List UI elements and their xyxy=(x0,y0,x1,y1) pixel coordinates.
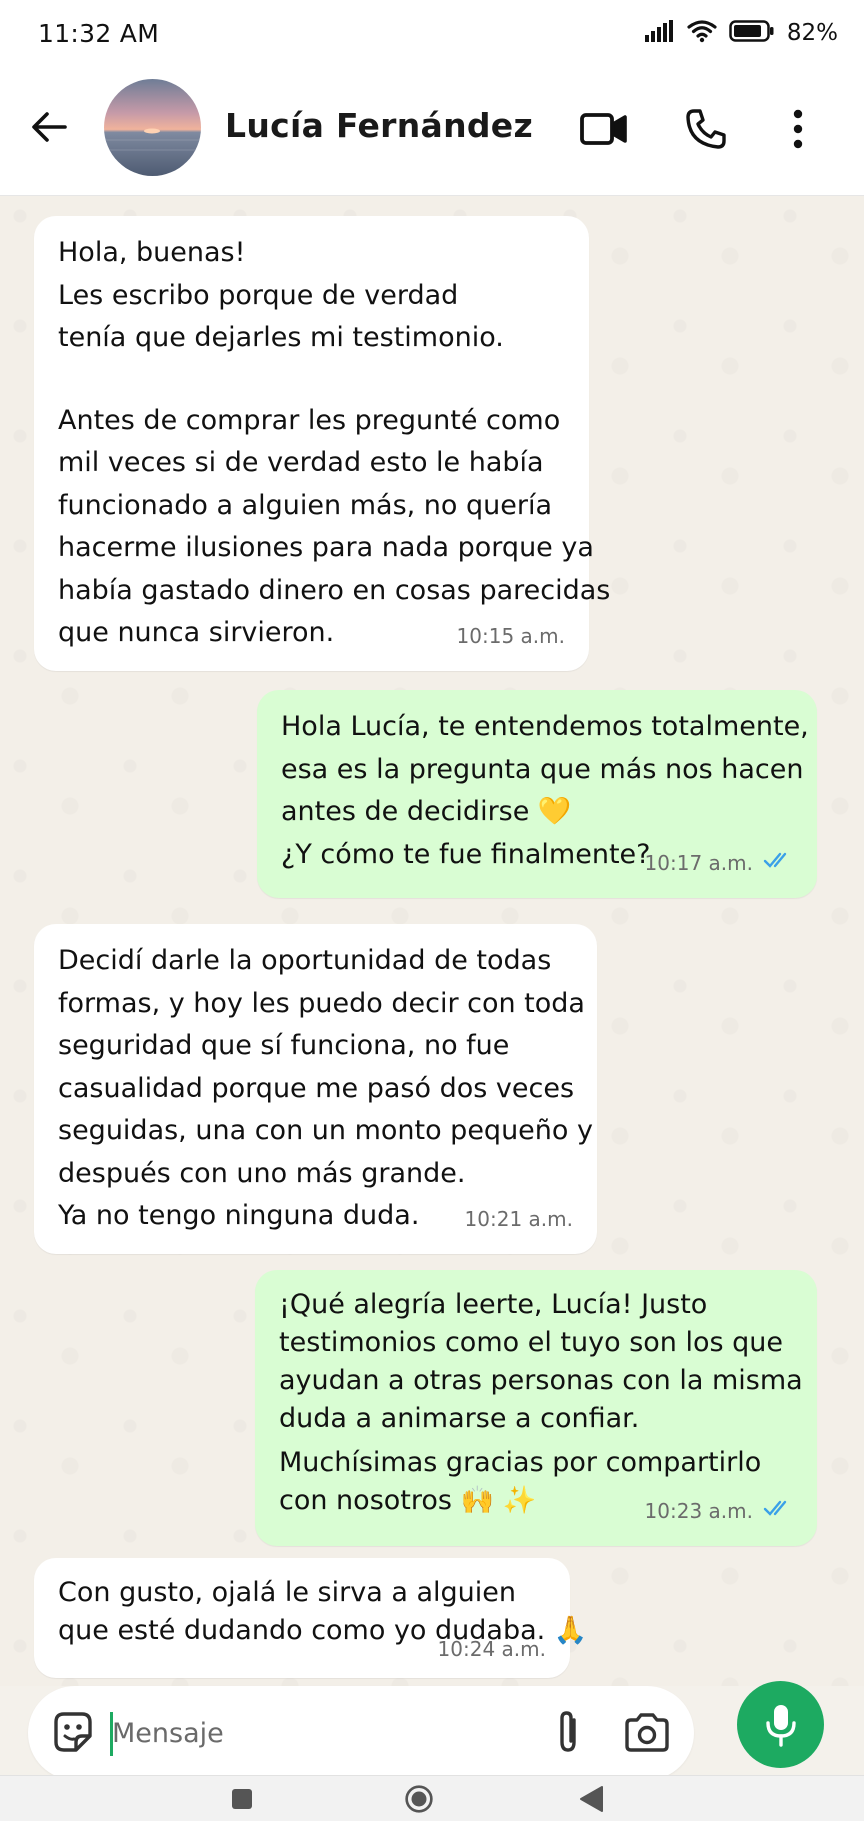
message-line: esa es la pregunta que más nos hacen xyxy=(281,753,804,785)
battery-icon xyxy=(729,19,775,47)
message-line: formas, y hoy les puedo decir con toda xyxy=(58,987,585,1019)
message-bubble-incoming[interactable]: Decidí darle la oportunidad de todas for… xyxy=(34,924,597,1254)
message-time: 10:17 a.m. xyxy=(644,850,753,875)
message-line: Hola, buenas! xyxy=(58,237,246,268)
contact-avatar[interactable] xyxy=(104,79,201,176)
status-bar: 11:32 AM 82% xyxy=(0,0,864,66)
message-meta: 10:23 a.m. xyxy=(645,1490,793,1533)
message-line: seguidas, una con un monto pequeño y xyxy=(58,1115,593,1146)
phone-call-icon[interactable] xyxy=(680,103,732,155)
message-time: 10:23 a.m. xyxy=(644,1498,753,1523)
message-line: mil veces si de verdad esto le había xyxy=(58,447,544,478)
message-time: 10:24 a.m. xyxy=(437,1636,546,1661)
message-line: después con uno más grande. xyxy=(58,1157,466,1189)
status-indicators: 82% xyxy=(644,19,838,47)
back-nav-icon[interactable] xyxy=(576,1784,606,1814)
wifi-icon xyxy=(687,19,717,47)
message-line: Les escribo porque de verdad xyxy=(58,279,459,311)
message-line: duda a animarse a confiar. xyxy=(279,1403,640,1434)
message-bubble-outgoing[interactable]: ¡Qué alegría leerte, Lucía! Justo testim… xyxy=(255,1270,817,1546)
message-line: ayudan a otras personas con la misma xyxy=(279,1365,803,1396)
read-receipt-icon xyxy=(763,1490,793,1533)
message-line: funcionado a alguien más, no quería xyxy=(58,489,553,521)
home-icon[interactable] xyxy=(404,1784,434,1814)
message-meta: 10:15 a.m. xyxy=(457,615,565,658)
chat-header: Lucía Fernández xyxy=(0,66,864,196)
message-bubble-outgoing[interactable]: Hola Lucía, te entendemos totalmente, es… xyxy=(257,690,817,898)
message-meta: 10:17 a.m. xyxy=(645,842,793,885)
camera-icon[interactable] xyxy=(622,1708,672,1758)
attach-clip-icon[interactable] xyxy=(544,1708,594,1758)
message-line: Decidí darle la oportunidad de todas xyxy=(58,945,552,976)
system-navigation-bar xyxy=(0,1775,864,1821)
message-line: Antes de comprar les pregunté como xyxy=(58,404,561,436)
recent-apps-icon[interactable] xyxy=(227,1784,257,1814)
message-line: ¡Qué alegría leerte, Lucía! Justo xyxy=(279,1289,708,1320)
message-line: tenía que dejarles mi testimonio. xyxy=(58,322,504,353)
message-line: hacerme ilusiones para nada porque ya xyxy=(58,532,594,563)
signal-icon xyxy=(644,20,675,46)
message-line: Hola Lucía, te entendemos totalmente, xyxy=(281,711,809,742)
message-line: Muchísimas gracias por compartirlo xyxy=(279,1447,762,1478)
message-line: seguridad que sí funciona, no fue xyxy=(58,1030,510,1061)
message-bubble-incoming[interactable]: Con gusto, ojalá le sirva a alguien que … xyxy=(34,1558,587,1678)
chat-messages-area[interactable]: Hola, buenas! Les escribo porque de verd… xyxy=(0,196,864,1686)
message-composer xyxy=(28,1686,694,1780)
more-options-icon[interactable] xyxy=(772,103,824,155)
video-call-icon[interactable] xyxy=(578,103,630,155)
message-time: 10:15 a.m. xyxy=(456,623,565,648)
message-meta: 10:24 a.m. xyxy=(438,1628,546,1671)
read-receipt-icon xyxy=(763,842,793,885)
contact-name[interactable]: Lucía Fernández xyxy=(225,106,533,145)
message-bubble-incoming[interactable]: Hola, buenas! Les escribo porque de verd… xyxy=(34,216,611,671)
message-time: 10:21 a.m. xyxy=(464,1206,573,1231)
message-meta: 10:21 a.m. xyxy=(465,1198,573,1241)
message-line: Con gusto, ojalá le sirva a alguien xyxy=(58,1577,516,1608)
message-line: había gastado dinero en cosas parecidas xyxy=(58,574,611,606)
message-line: casualidad porque me pasó dos veces xyxy=(58,1072,575,1104)
emoji-sticker-icon[interactable] xyxy=(48,1708,98,1758)
message-line: antes de decidirse 💛 xyxy=(281,796,572,827)
status-time: 11:32 AM xyxy=(38,18,160,48)
message-input[interactable] xyxy=(112,1708,532,1758)
battery-percentage: 82% xyxy=(786,20,838,46)
microphone-icon[interactable] xyxy=(737,1681,824,1768)
message-blank-line xyxy=(58,360,565,400)
back-arrow-icon[interactable] xyxy=(26,104,72,150)
message-line: testimonios como el tuyo son los que xyxy=(279,1327,784,1358)
